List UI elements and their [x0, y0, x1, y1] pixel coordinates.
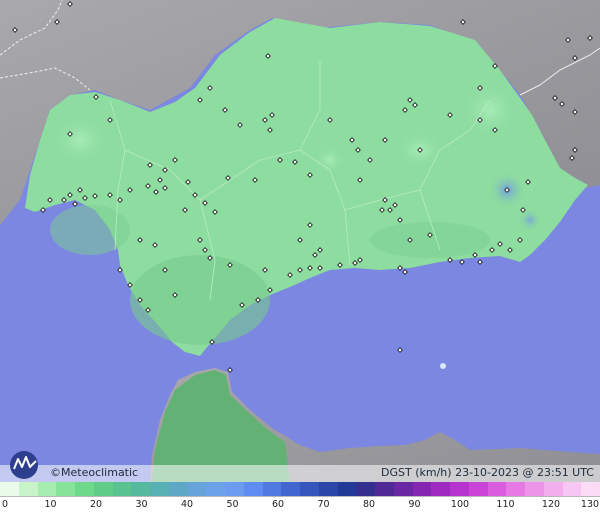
shade-granada-coast	[370, 222, 490, 258]
legend-tick-label: 40	[180, 499, 194, 510]
legend-swatch	[206, 482, 225, 496]
legend-swatch	[262, 482, 282, 496]
brand-label: ©Meteoclimatic	[50, 466, 139, 479]
light-spot-1	[50, 115, 110, 165]
legend-swatch	[37, 482, 57, 496]
legend-tick-label: 20	[89, 499, 103, 510]
legend-tick-label: 80	[362, 499, 376, 510]
gust-spot-2	[518, 208, 542, 232]
legend-swatch	[356, 482, 375, 496]
legend-tick-label: 30	[135, 499, 148, 510]
product-timestamp-label: DGST (km/h) 23-10-2023 @ 23:51 UTC	[381, 466, 594, 479]
legend-tick-label: 120	[541, 499, 561, 510]
legend-tick-label: 70	[317, 499, 330, 510]
legend-swatch	[187, 482, 207, 496]
legend-swatch	[412, 482, 432, 496]
legend-color-bar	[0, 482, 600, 497]
map-canvas	[0, 0, 600, 482]
legend-swatch	[318, 482, 338, 496]
legend-tick-label: 110	[496, 499, 515, 510]
wind-gust-map	[0, 0, 600, 482]
legend-swatch	[506, 482, 525, 496]
legend-tick-label: 10	[44, 499, 57, 510]
shade-huelva	[50, 205, 130, 255]
legend-swatch	[562, 482, 582, 496]
meteoclimatic-logo	[10, 451, 38, 479]
legend-swatch	[18, 482, 38, 496]
legend-tick-label: 0	[1, 499, 9, 510]
legend-swatch	[112, 482, 132, 496]
legend-swatch	[450, 482, 469, 496]
legend-swatch	[543, 482, 563, 496]
legend-tick-label: 100	[450, 499, 470, 510]
legend-swatch	[243, 482, 263, 496]
legend-swatch	[75, 482, 94, 496]
legend-swatch	[168, 482, 188, 496]
legend-swatch	[337, 482, 357, 496]
alboran-island	[440, 363, 446, 369]
legend-swatch	[581, 482, 600, 496]
color-legend: 0 10 20 30 40 50 60 70 80 90 100 110 120 130	[0, 482, 600, 517]
legend-swatch	[281, 482, 300, 496]
shade-cadiz	[130, 255, 270, 345]
legend-tick-label: 90	[408, 499, 421, 510]
legend-swatch	[56, 482, 75, 496]
legend-swatch	[375, 482, 394, 496]
legend-swatch	[431, 482, 450, 496]
legend-swatch	[468, 482, 488, 496]
legend-swatch	[93, 482, 113, 496]
legend-swatch	[393, 482, 413, 496]
legend-tick-label: 50	[226, 499, 239, 510]
legend-swatch	[225, 482, 244, 496]
legend-swatch	[150, 482, 169, 496]
legend-tick-label: 60	[271, 499, 285, 510]
legend-swatch	[0, 482, 19, 496]
legend-swatch	[131, 482, 150, 496]
legend-swatch	[525, 482, 544, 496]
legend-tick-label: 130	[580, 499, 600, 510]
legend-swatch	[487, 482, 507, 496]
legend-swatch	[300, 482, 319, 496]
